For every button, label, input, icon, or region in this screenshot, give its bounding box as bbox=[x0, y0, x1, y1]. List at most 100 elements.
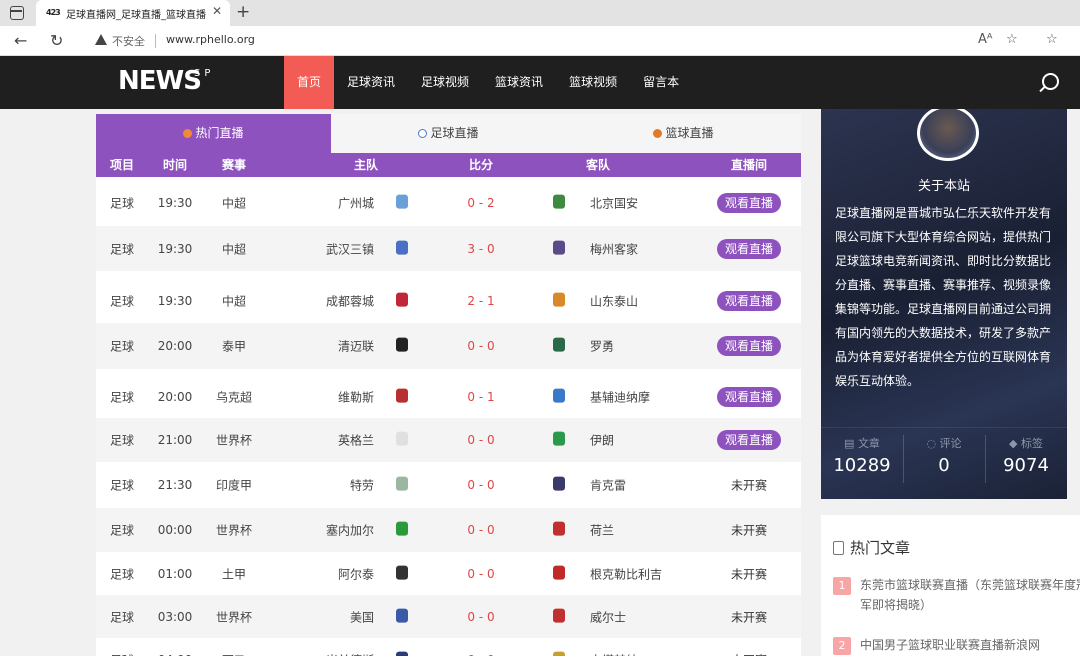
read-aloud-icon[interactable]: Aᴬ bbox=[978, 32, 993, 47]
away-team-name[interactable]: 北京国安 bbox=[590, 195, 700, 212]
nav-item-football-video[interactable]: 足球视频 bbox=[408, 56, 482, 109]
home-team-name[interactable]: 清迈联 bbox=[276, 338, 374, 355]
close-tab-icon[interactable]: ✕ bbox=[212, 4, 222, 18]
url-input[interactable]: www.rphello.org bbox=[166, 33, 255, 46]
tab-hot-live[interactable]: 热门直播 bbox=[96, 114, 331, 153]
basketball-icon bbox=[653, 129, 663, 138]
stat-comments: ◌ 评论 0 bbox=[903, 431, 985, 491]
header-live: 直播间 bbox=[730, 158, 767, 172]
stat-tags: ◆ 标签 9074 bbox=[985, 431, 1067, 491]
live-schedule-panel: 热门直播 足球直播 篮球直播 项目 时间 赛事 主队 比分 客队 直播间 足球 1… bbox=[96, 114, 801, 656]
stat-value: 10289 bbox=[833, 455, 891, 476]
table-row[interactable]: 足球 21:00 世界杯 英格兰 0 - 0 伊朗 观看直播 bbox=[96, 418, 801, 462]
match-score: 3 - 0 bbox=[467, 241, 495, 256]
away-team-logo-icon bbox=[553, 651, 565, 656]
home-team-name[interactable]: 阿尔泰 bbox=[276, 566, 374, 583]
table-row[interactable]: 足球 21:30 印度甲 特劳 0 - 0 肯克雷 未开赛 bbox=[96, 463, 801, 507]
stat-label: ◆ 标签 bbox=[985, 435, 1067, 451]
hot-article-link[interactable]: 东莞市篮球联赛直播（东莞篮球联赛年度冠军即将揭晓） bbox=[860, 575, 1080, 615]
table-row[interactable]: 足球 01:00 土甲 阿尔泰 0 - 0 根克勒比利吉 未开赛 bbox=[96, 552, 801, 596]
nav-item-guestbook[interactable]: 留言本 bbox=[630, 56, 692, 109]
home-team-name[interactable]: 特劳 bbox=[276, 477, 374, 494]
tab-label: 足球直播 bbox=[430, 126, 479, 140]
home-team-name[interactable]: 美国 bbox=[276, 608, 374, 625]
watch-live-button[interactable]: 观看直播 bbox=[717, 193, 781, 213]
stat-label: ◌ 评论 bbox=[903, 435, 985, 451]
away-team-logo-icon bbox=[553, 388, 565, 403]
table-row[interactable]: 足球 19:30 中超 成都蓉城 2 - 1 山东泰山 观看直播 bbox=[96, 276, 801, 326]
table-row[interactable]: 足球 19:30 中超 广州城 0 - 2 北京国安 观看直播 bbox=[96, 177, 801, 229]
table-row[interactable]: 足球04:00西乙米兰德斯0 - 0卡塔赫纳未开赛 bbox=[96, 637, 801, 656]
away-team-name[interactable]: 根克勒比利吉 bbox=[590, 566, 700, 583]
away-team-name[interactable]: 肯克雷 bbox=[590, 477, 700, 494]
stat-label-text: 文章 bbox=[857, 437, 880, 450]
table-row[interactable]: 足球 20:00 乌克超 维勒斯 0 - 1 基辅迪纳摩 观看直播 bbox=[96, 373, 801, 421]
match-time: 21:00 bbox=[157, 433, 193, 447]
table-row[interactable]: 足球 20:00 泰甲 清迈联 0 - 0 罗勇 观看直播 bbox=[96, 323, 801, 369]
away-team-name[interactable]: 罗勇 bbox=[590, 338, 700, 355]
nav-item-football-news[interactable]: 足球资讯 bbox=[334, 56, 408, 109]
home-team-name[interactable]: 广州城 bbox=[276, 195, 374, 212]
watch-live-button[interactable]: 观看直播 bbox=[717, 238, 781, 259]
watch-live-button[interactable]: 观看直播 bbox=[717, 387, 781, 407]
insecure-label[interactable]: 不安全 bbox=[112, 33, 145, 49]
away-team-name[interactable]: 梅州客家 bbox=[590, 240, 700, 257]
table-row[interactable]: 足球 00:00 世界杯 塞内加尔 0 - 0 荷兰 未开赛 bbox=[96, 508, 801, 552]
match-time: 19:30 bbox=[157, 241, 193, 256]
soccer-ball-icon bbox=[418, 129, 428, 138]
away-team-name[interactable]: 卡塔赫纳 bbox=[590, 652, 700, 656]
home-team-name[interactable]: 塞内加尔 bbox=[276, 522, 374, 539]
watch-live-button[interactable]: 观看直播 bbox=[717, 291, 781, 311]
away-team-name[interactable]: 基辅迪纳摩 bbox=[590, 389, 700, 406]
back-icon[interactable]: ← bbox=[14, 31, 27, 50]
watch-live-button[interactable]: 观看直播 bbox=[717, 336, 781, 356]
table-row[interactable]: 足球 19:30 中超 武汉三镇 3 - 0 梅州客家 观看直播 bbox=[96, 226, 801, 271]
away-team-logo-icon bbox=[553, 476, 565, 491]
away-team-name[interactable]: 伊朗 bbox=[590, 432, 700, 449]
away-team-logo-icon bbox=[553, 431, 565, 446]
away-team-logo-icon bbox=[553, 521, 565, 536]
workspaces-icon[interactable] bbox=[10, 6, 24, 20]
header-time: 时间 bbox=[162, 158, 187, 172]
hot-article-link[interactable]: 中国男子篮球职业联赛直播新浪网 bbox=[860, 635, 1080, 655]
favorites-icon[interactable]: ☆ bbox=[1046, 32, 1058, 47]
away-team-logo-icon bbox=[553, 608, 565, 623]
away-team-name[interactable]: 山东泰山 bbox=[590, 293, 700, 310]
nav-item-basketball-news[interactable]: 篮球资讯 bbox=[482, 56, 556, 109]
away-team-logo-icon bbox=[553, 240, 565, 255]
match-score: 0 - 2 bbox=[467, 196, 495, 210]
nav-item-home[interactable]: 首页 bbox=[284, 56, 335, 109]
site-logo[interactable]: NEWS bbox=[118, 66, 202, 96]
match-score: 0 - 0 bbox=[467, 523, 495, 537]
match-time: 20:00 bbox=[157, 339, 193, 353]
away-team-logo-icon bbox=[553, 292, 565, 307]
home-team-name[interactable]: 武汉三镇 bbox=[276, 240, 374, 257]
search-icon[interactable] bbox=[1042, 73, 1059, 90]
home-team-logo-icon bbox=[396, 521, 408, 536]
home-team-name[interactable]: 米兰德斯 bbox=[276, 652, 374, 656]
match-league: 中超 bbox=[221, 294, 246, 309]
refresh-icon[interactable]: ↻ bbox=[50, 31, 63, 50]
warning-icon[interactable] bbox=[95, 34, 107, 45]
match-league: 印度甲 bbox=[215, 478, 252, 493]
match-league: 乌克超 bbox=[215, 390, 252, 405]
stat-articles: ▤ 文章 10289 bbox=[821, 431, 903, 491]
tab-basketball-live[interactable]: 篮球直播 bbox=[566, 114, 801, 153]
away-team-name[interactable]: 威尔士 bbox=[590, 608, 700, 625]
stat-label: ▤ 文章 bbox=[821, 435, 903, 451]
home-team-name[interactable]: 英格兰 bbox=[276, 432, 374, 449]
match-sport: 足球 bbox=[109, 339, 134, 354]
hot-articles-title: 热门文章 bbox=[833, 537, 910, 558]
nav-item-basketball-video[interactable]: 篮球视频 bbox=[556, 56, 630, 109]
browser-tab[interactable]: 423 足球直播网_足球直播_篮球直播 ✕ bbox=[36, 0, 230, 26]
new-tab-icon[interactable]: + bbox=[236, 2, 250, 22]
table-row[interactable]: 足球 03:00 世界杯 美国 0 - 0 威尔士 未开赛 bbox=[96, 595, 801, 638]
watch-live-button[interactable]: 观看直播 bbox=[717, 430, 781, 450]
add-favorite-icon[interactable]: ☆ bbox=[1006, 32, 1018, 47]
home-team-name[interactable]: 成都蓉城 bbox=[276, 293, 374, 310]
home-team-name[interactable]: 维勒斯 bbox=[276, 389, 374, 406]
away-team-name[interactable]: 荷兰 bbox=[590, 522, 700, 539]
match-league: 世界杯 bbox=[215, 523, 252, 538]
about-title: 关于本站 bbox=[917, 179, 970, 194]
tab-football-live[interactable]: 足球直播 bbox=[331, 114, 566, 153]
